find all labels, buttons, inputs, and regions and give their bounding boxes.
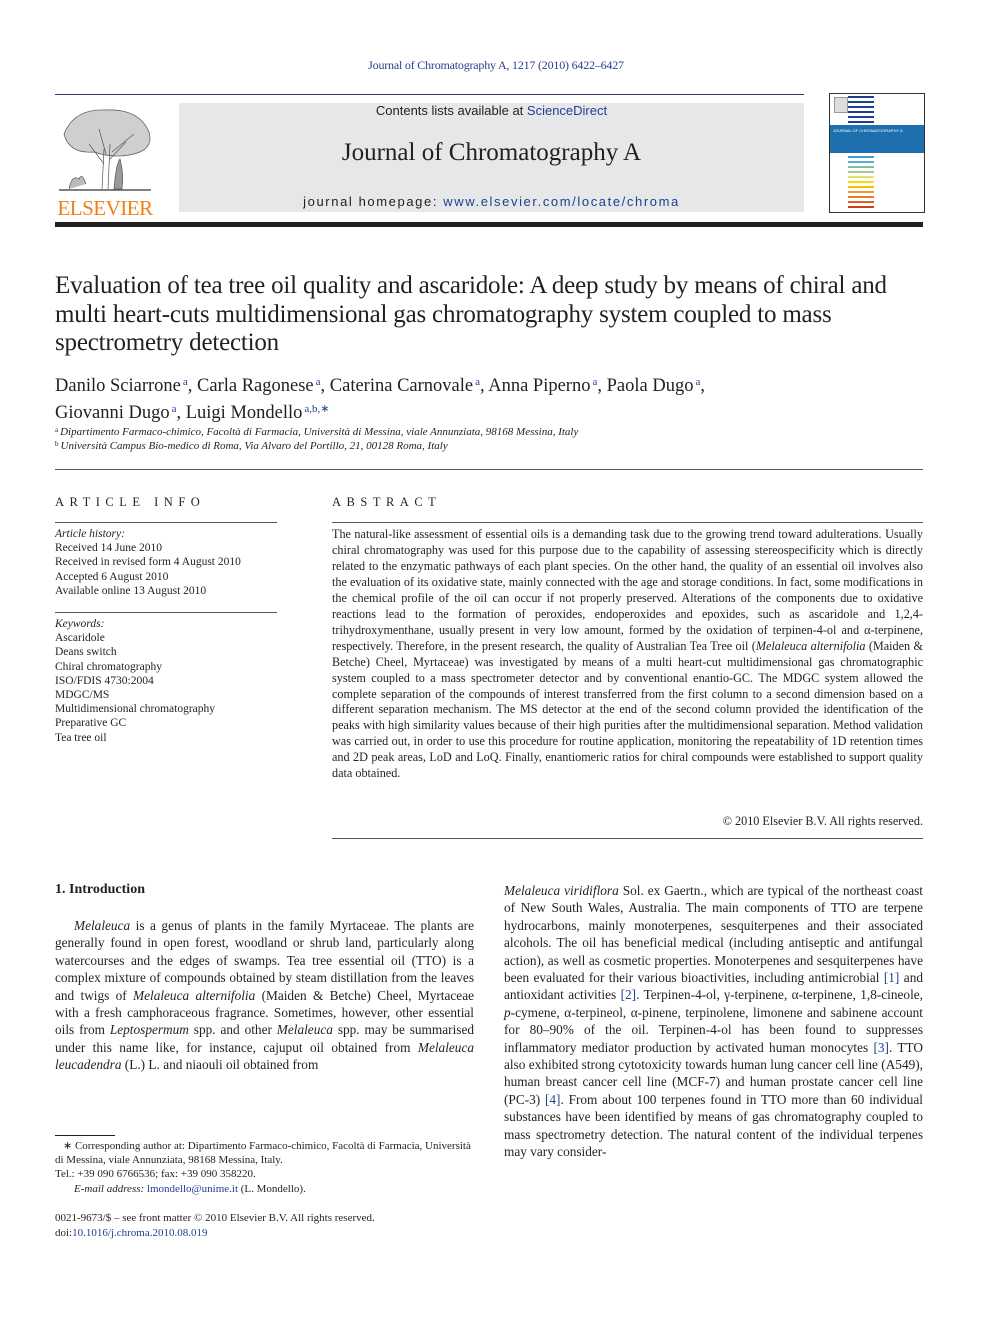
intro-paragraph: Melaleuca is a genus of plants in the fa… bbox=[55, 917, 474, 1074]
divider bbox=[55, 612, 277, 613]
affiliation-a: a Dipartimento Farmaco-chimico, Facoltà d… bbox=[55, 426, 579, 438]
author-name: Carla Ragonese bbox=[197, 376, 314, 396]
copyright-notice: © 2010 Elsevier B.V. All rights reserved… bbox=[722, 814, 923, 828]
keyword: Multidimensional chromatography bbox=[55, 703, 216, 716]
cover-title-band: JOURNAL OF CHROMATOGRAPHY A bbox=[830, 125, 924, 153]
journal-banner: Contents lists available at ScienceDirec… bbox=[179, 103, 804, 212]
doi-link[interactable]: 10.1016/j.chroma.2010.08.019 bbox=[72, 1227, 207, 1239]
affiliation-marker[interactable]: a bbox=[172, 403, 177, 415]
email-link[interactable]: lmondello@unime.it bbox=[147, 1183, 238, 1195]
article-title: Evaluation of tea tree oil quality and a… bbox=[55, 272, 887, 356]
author-name: Giovanni Dugo bbox=[55, 403, 170, 423]
divider bbox=[332, 838, 923, 839]
intro-column-right: Melaleuca viridiflora Sol. ex Gaertn., w… bbox=[504, 882, 923, 1161]
affiliation-marker[interactable]: a bbox=[183, 376, 188, 388]
keyword: Tea tree oil bbox=[55, 731, 107, 744]
reference-link[interactable]: [1] bbox=[884, 970, 900, 985]
divider bbox=[55, 469, 923, 470]
keyword: Chiral chromatography bbox=[55, 660, 162, 673]
journal-citation: Journal of Chromatography A, 1217 (2010)… bbox=[368, 58, 624, 72]
history-item: Accepted 6 August 2010 bbox=[55, 570, 169, 583]
italic-term: Melaleuca bbox=[276, 1022, 333, 1038]
italic-term: p bbox=[504, 1004, 511, 1020]
header-rule bbox=[55, 94, 804, 95]
abstract-heading: ABSTRACT bbox=[332, 495, 442, 509]
article-history-label: Article history: bbox=[55, 528, 125, 540]
affiliation-marker[interactable]: a bbox=[695, 376, 700, 388]
divider bbox=[55, 522, 277, 523]
keywords: Keywords: Ascaridole Deans switch Chiral… bbox=[55, 617, 277, 745]
author-name: Luigi Mondello bbox=[185, 403, 303, 423]
affiliation-marker[interactable]: a bbox=[316, 376, 321, 388]
front-matter: 0021-9673/$ – see front matter © 2010 El… bbox=[55, 1212, 375, 1239]
elsevier-wordmark: ELSEVIER bbox=[57, 196, 153, 220]
divider bbox=[332, 522, 923, 523]
cover-logo-icon bbox=[834, 97, 848, 113]
sciencedirect-link[interactable]: ScienceDirect bbox=[527, 103, 607, 118]
journal-homepage: journal homepage: www.elsevier.com/locat… bbox=[303, 194, 680, 209]
footnote-rule bbox=[55, 1135, 115, 1136]
author-name: Danilo Sciarrone bbox=[55, 376, 181, 396]
author-name: Caterina Carnovale bbox=[329, 376, 474, 396]
affiliation-marker[interactable]: a bbox=[592, 376, 597, 388]
keyword: MDGC/MS bbox=[55, 689, 110, 702]
italic-term: Melaleuca bbox=[74, 918, 131, 933]
journal-cover-thumbnail[interactable]: JOURNAL OF CHROMATOGRAPHY A bbox=[829, 93, 925, 213]
reference-link[interactable]: [4] bbox=[545, 1092, 561, 1107]
article-info-heading: ARTICLE INFO bbox=[55, 495, 206, 509]
contents-line: Contents lists available at ScienceDirec… bbox=[375, 103, 608, 118]
elsevier-logo[interactable]: ELSEVIER bbox=[54, 104, 156, 220]
italic-term: Melaleuca alternifolia bbox=[133, 987, 256, 1003]
text-run: (L.) L. and niaouli oil obtained from bbox=[121, 1057, 319, 1073]
intro-paragraph-continued: Melaleuca viridiflora Sol. ex Gaertn., w… bbox=[504, 882, 923, 1161]
history-item: Available online 13 August 2010 bbox=[55, 584, 207, 597]
reference-link[interactable]: [2] bbox=[621, 987, 637, 1002]
text-run: . From about 100 terpenes found in TTO m… bbox=[504, 1091, 923, 1160]
italic-term: Melaleuca viridiflora bbox=[504, 883, 619, 898]
keywords-label: Keywords: bbox=[55, 618, 105, 630]
affiliation-b: b Università Campus Bio-medico di Roma, V… bbox=[55, 440, 448, 452]
text-run: Sol. ex Gaertn., which are typical of th… bbox=[504, 883, 924, 986]
history-item: Received 14 June 2010 bbox=[55, 542, 162, 555]
history-item: Received in revised form 4 August 2010 bbox=[55, 556, 241, 569]
text-run: -cymene, α-terpineol, α-pinene, terpinol… bbox=[504, 1004, 923, 1055]
homepage-link[interactable]: www.elsevier.com/locate/chroma bbox=[443, 194, 680, 209]
intro-column-left: Melaleuca is a genus of plants in the fa… bbox=[55, 917, 474, 1074]
keyword: ISO/FDIS 4730:2004 bbox=[55, 674, 154, 687]
section-heading-introduction: 1. Introduction bbox=[55, 882, 145, 897]
affiliation-marker[interactable]: a,b,∗ bbox=[304, 403, 329, 415]
italic-term: Leptospermum bbox=[109, 1022, 189, 1038]
elsevier-tree-icon bbox=[59, 109, 151, 191]
keyword: Deans switch bbox=[55, 646, 117, 659]
author-list: Danilo Sciarrone a, Carla Ragonese a, Cate… bbox=[55, 376, 705, 423]
abstract-body: The natural-like assessment of essential… bbox=[332, 527, 923, 781]
journal-title: Journal of Chromatography A bbox=[341, 139, 642, 166]
keyword: Preparative GC bbox=[55, 717, 127, 730]
text-run: spp. and other bbox=[188, 1022, 277, 1038]
article-history: Article history: Received 14 June 2010 R… bbox=[55, 527, 277, 598]
header-thick-rule bbox=[55, 222, 923, 227]
text-run: . Terpinen-4-ol, γ-terpinene, α-terpinen… bbox=[636, 987, 923, 1003]
corresponding-author-footnote: ∗ Corresponding author at: Dipartimento … bbox=[55, 1140, 471, 1195]
affiliation-marker[interactable]: a bbox=[475, 376, 480, 388]
keyword: Ascaridole bbox=[55, 632, 105, 645]
author-name: Anna Piperno bbox=[488, 376, 591, 396]
author-name: Paola Dugo bbox=[606, 376, 694, 396]
reference-link[interactable]: [3] bbox=[873, 1040, 889, 1055]
